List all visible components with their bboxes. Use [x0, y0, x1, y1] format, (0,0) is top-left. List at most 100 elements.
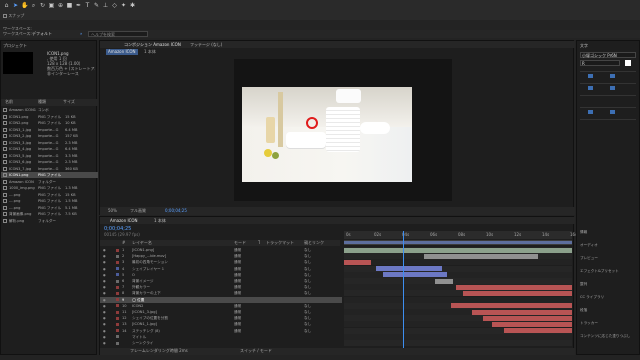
- layer-parent[interactable]: なし: [304, 328, 311, 334]
- layer-name[interactable]: マイトル: [132, 334, 146, 340]
- layer-label-color[interactable]: [116, 279, 119, 283]
- help-search-input[interactable]: ヘルプを検索: [88, 31, 148, 37]
- project-row[interactable]: ICON1.png PNG ファイル 15 KB: [1, 114, 98, 120]
- zoom-tool-icon[interactable]: ⌕: [30, 2, 37, 9]
- layer-row[interactable]: ● 3 最初の四角モーション 通常 なし: [100, 259, 342, 265]
- layer-name[interactable]: 最初の四角モーション: [132, 259, 168, 265]
- layer-mode[interactable]: 通常: [234, 272, 241, 278]
- visibility-eye-icon[interactable]: ●: [103, 259, 106, 265]
- layer-duration-bar[interactable]: [344, 247, 572, 253]
- panel-list-item[interactable]: 情報: [580, 229, 640, 235]
- brush-tool-icon[interactable]: ✎: [93, 2, 100, 9]
- layer-row[interactable]: ● 1 [ICON1.png] 通常 なし: [100, 247, 342, 253]
- panel-list-item[interactable]: エフェクト&プリセット: [580, 268, 640, 274]
- visibility-eye-icon[interactable]: ●: [103, 272, 106, 278]
- panel-list-item[interactable]: トラッカー: [580, 320, 640, 326]
- layer-row[interactable]: ● 8 背景カラーの上下 通常 なし: [100, 290, 342, 296]
- pan-behind-icon[interactable]: ⊕: [57, 2, 64, 9]
- layer-mode[interactable]: 通常: [234, 303, 241, 309]
- layer-name[interactable]: [ICON1_3.jpg]: [132, 309, 157, 315]
- layer-row[interactable]: ● 4 シェイプレイヤー 1 通常 なし: [100, 266, 342, 272]
- layer-parent[interactable]: なし: [304, 290, 311, 296]
- layer-row[interactable]: ● 12 シェイプの位置を分割 通常 なし: [100, 315, 342, 321]
- layer-label-color[interactable]: [116, 329, 119, 333]
- font-style-select[interactable]: R: [580, 60, 620, 66]
- tracking-icon[interactable]: [610, 86, 615, 90]
- layer-duration-bar[interactable]: [503, 328, 572, 334]
- layer-row[interactable]: ● 9 ◯ 位置: [100, 296, 342, 303]
- layer-label-color[interactable]: [116, 341, 119, 345]
- layer-label-color[interactable]: [116, 316, 119, 320]
- project-row[interactable]: ICON3_5.jpg Importe...G 3.3 MB: [1, 153, 98, 159]
- layer-parent[interactable]: なし: [304, 247, 311, 253]
- vertical-scale-icon[interactable]: [588, 110, 593, 114]
- project-row[interactable]: Amazon ICON1 コンポ: [1, 107, 98, 113]
- panel-list-item[interactable]: 段落: [580, 307, 640, 313]
- layer-duration-bar[interactable]: [462, 290, 572, 296]
- layer-row[interactable]: ● シーンクライ: [100, 340, 342, 346]
- visibility-eye-icon[interactable]: ●: [103, 340, 106, 346]
- layer-mode[interactable]: 通常: [234, 284, 241, 290]
- visibility-eye-icon[interactable]: ●: [103, 253, 106, 259]
- layer-row[interactable]: ● 2 [Happy_...ble.mov] 通常 なし: [100, 253, 342, 259]
- panel-list-item[interactable]: CC ライブラリ: [580, 294, 640, 300]
- work-area-range[interactable]: [344, 241, 572, 244]
- layer-name[interactable]: ステッチング (8): [132, 328, 160, 334]
- rotate-tool-icon[interactable]: ↻: [39, 2, 46, 9]
- layer-row[interactable]: ● 14 ステッチング (8) 通常 なし: [100, 328, 342, 334]
- roto-tool-icon[interactable]: ✦: [120, 2, 127, 9]
- col-type[interactable]: 種類: [38, 99, 46, 105]
- visibility-eye-icon[interactable]: ●: [103, 247, 106, 253]
- project-row[interactable]: ICON3_1.jpg Importe...G 6.4 MB: [1, 127, 98, 133]
- layer-parent[interactable]: なし: [304, 278, 311, 284]
- layer-name[interactable]: 背景イメージ: [132, 278, 154, 284]
- layer-mode[interactable]: 通常: [234, 247, 241, 253]
- snap-checkbox[interactable]: [3, 14, 7, 18]
- camera-tool-icon[interactable]: ▣: [48, 2, 55, 9]
- project-row[interactable]: ....png PNG ファイル 1.5 MB: [1, 198, 98, 204]
- viewer-canvas[interactable]: [234, 59, 452, 201]
- visibility-eye-icon[interactable]: ●: [103, 328, 106, 334]
- col-layer-name[interactable]: レイヤー名: [132, 240, 152, 246]
- footage-tab[interactable]: フッテージ (なし): [190, 42, 222, 48]
- crumb-layer[interactable]: 1 本体: [144, 49, 156, 55]
- panel-list-item[interactable]: プレビュー: [580, 255, 640, 261]
- project-row[interactable]: 解析.png フォルダー: [1, 218, 98, 224]
- time-ruler[interactable]: 0s 02s 04s 06s 08s 10s 12s 14s 16s: [344, 231, 577, 239]
- layer-name[interactable]: O: [132, 272, 135, 278]
- project-row[interactable]: ICON3_3.jpg Importe...G 2.3 MB: [1, 140, 98, 146]
- project-row[interactable]: Amazon ICON フォルダー: [1, 179, 98, 185]
- layer-parent[interactable]: なし: [304, 315, 311, 321]
- horizontal-scale-icon[interactable]: [610, 110, 615, 114]
- stamp-tool-icon[interactable]: ⊥: [102, 2, 109, 9]
- layer-name[interactable]: シェイプレイヤー 1: [132, 266, 164, 272]
- visibility-eye-icon[interactable]: ●: [103, 309, 106, 315]
- visibility-eye-icon[interactable]: ●: [103, 284, 106, 290]
- layer-duration-bar[interactable]: [471, 309, 572, 315]
- layer-label-color[interactable]: [116, 322, 119, 326]
- project-row[interactable]: 1000_img.png PNG ファイル 1.3 MB: [1, 185, 98, 191]
- visibility-eye-icon[interactable]: ●: [103, 315, 106, 321]
- viewer-zoom[interactable]: 50%: [108, 208, 117, 214]
- layer-row[interactable]: ● マイトル: [100, 334, 342, 340]
- viewer-resolution[interactable]: フル画質: [130, 208, 146, 214]
- layer-row[interactable]: ● 6 背景イメージ 通常 なし: [100, 278, 342, 284]
- leading-icon[interactable]: [610, 74, 615, 78]
- visibility-eye-icon[interactable]: ●: [103, 290, 106, 296]
- layer-mode[interactable]: 通常: [234, 259, 241, 265]
- work-area-bar[interactable]: [344, 240, 572, 245]
- panel-list-item[interactable]: 整列: [580, 281, 640, 287]
- layer-label-color[interactable]: [116, 310, 119, 314]
- shape-tool-icon[interactable]: ■: [66, 2, 73, 9]
- layer-mode[interactable]: 通常: [234, 290, 241, 296]
- layer-parent[interactable]: なし: [304, 321, 311, 327]
- character-panel-title[interactable]: 文字: [580, 43, 588, 49]
- visibility-eye-icon[interactable]: ●: [103, 297, 106, 303]
- layer-name[interactable]: ICON2: [132, 303, 143, 309]
- layer-duration-bar[interactable]: [344, 259, 372, 265]
- layer-label-color[interactable]: [116, 248, 119, 252]
- layer-duration-bar[interactable]: [492, 321, 572, 327]
- pen-tool-icon[interactable]: ✒: [75, 2, 82, 9]
- workspace-expand-icon[interactable]: »: [80, 31, 82, 37]
- current-time-indicator[interactable]: [403, 231, 404, 351]
